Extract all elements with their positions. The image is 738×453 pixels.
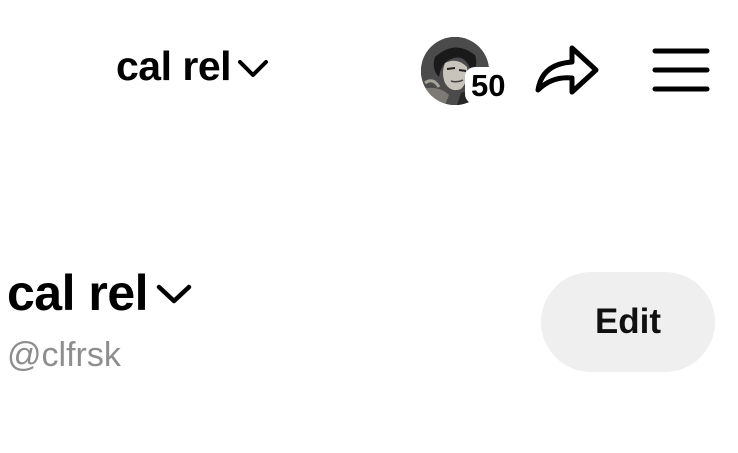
account-switcher[interactable]: cal rel	[116, 46, 269, 87]
profile-handle: @clfrsk	[7, 336, 121, 374]
chevron-down-icon	[238, 59, 269, 77]
notification-count-badge: 50	[465, 67, 510, 104]
profile-name-dropdown[interactable]: cal rel	[7, 268, 192, 318]
chevron-down-icon	[156, 284, 192, 304]
header-title: cal rel	[116, 43, 232, 89]
profile-name: cal rel	[7, 265, 149, 321]
profile-avatar-button[interactable]: 50	[421, 37, 513, 107]
share-arrow-icon[interactable]	[534, 38, 602, 102]
edit-profile-button[interactable]: Edit	[541, 272, 715, 372]
hamburger-menu-icon[interactable]	[652, 45, 710, 95]
